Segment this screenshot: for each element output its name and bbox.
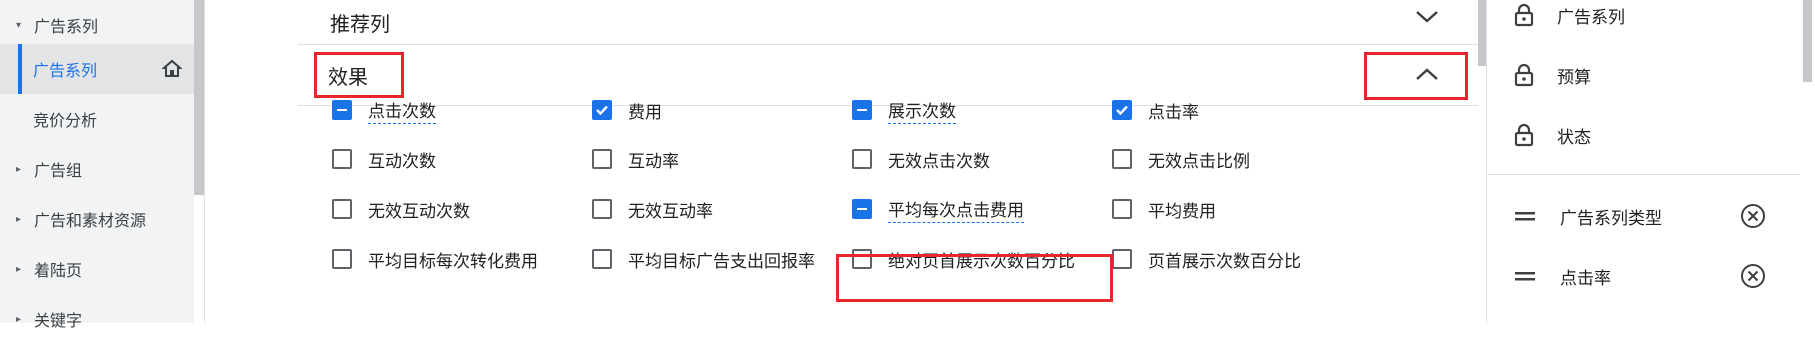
right-scrollbar[interactable] — [1803, 0, 1812, 82]
nav-auction-insights[interactable]: 竞价分析 — [0, 94, 194, 144]
recommended-section-header[interactable]: 推荐列 — [298, 0, 1478, 45]
removable-column-item[interactable]: 点击率 — [1487, 247, 1800, 305]
metric-checkbox-item[interactable]: 平均费用 — [1112, 189, 1216, 229]
metric-label: 平均目标广告支出回报率 — [628, 251, 815, 272]
lock-icon — [1514, 3, 1534, 27]
column-label: 广告系列类型 — [1560, 208, 1662, 229]
main-scrollbar[interactable] — [1478, 0, 1486, 66]
checkbox-indeterminate-icon[interactable] — [332, 100, 352, 120]
metric-checkbox-item[interactable]: 点击次数 — [332, 90, 436, 130]
locked-column-item: 预算 — [1487, 46, 1800, 104]
checkbox-checked-icon[interactable] — [592, 100, 612, 120]
checkbox-icon[interactable] — [1112, 249, 1132, 269]
metric-checkbox-item[interactable]: 平均每次点击费用 — [852, 189, 1024, 229]
nav-label: 竞价分析 — [33, 111, 98, 130]
metric-label: 页首展示次数百分比 — [1148, 251, 1301, 272]
nav-ads-assets[interactable]: ▸ 广告和素材资源 — [0, 194, 194, 244]
checkbox-icon[interactable] — [1112, 199, 1132, 219]
nav-landing-pages[interactable]: ▸ 着陆页 — [0, 244, 194, 294]
metric-label: 费用 — [628, 102, 662, 123]
checkbox-icon[interactable] — [1112, 149, 1132, 169]
checkbox-icon[interactable] — [332, 149, 352, 169]
nav-label: 广告系列 — [34, 17, 99, 36]
metric-label: 平均每次点击费用 — [888, 196, 1024, 223]
nav-ad-groups[interactable]: ▸ 广告组 — [0, 144, 194, 194]
metric-label: 无效互动率 — [628, 201, 713, 222]
nav-campaigns-group[interactable]: ▾ 广告系列 — [0, 0, 194, 50]
metric-checkbox-item[interactable]: 互动率 — [592, 139, 679, 179]
metric-checkbox-item[interactable]: 平均目标广告支出回报率 — [592, 239, 815, 279]
metric-label: 无效点击次数 — [888, 151, 990, 172]
locked-column-item: 广告系列 — [1487, 0, 1800, 44]
metric-checkbox-item[interactable]: 无效点击次数 — [852, 139, 990, 179]
metric-checkbox-item[interactable]: 无效点击比例 — [1112, 139, 1250, 179]
metric-checkbox-item[interactable]: 无效互动率 — [592, 189, 713, 229]
metric-label: 平均目标每次转化费用 — [368, 251, 538, 272]
checkbox-icon[interactable] — [592, 249, 612, 269]
metric-checkbox-item[interactable]: 互动次数 — [332, 139, 436, 179]
locked-column-item: 状态 — [1487, 106, 1800, 164]
selected-columns-panel: 广告系列 预算 状态 广告系列类型 点击率 — [1487, 0, 1800, 323]
metric-label: 绝对页首展示次数百分比 — [888, 251, 1075, 272]
section-title: 效果 — [328, 64, 368, 89]
nav-label: 广告系列 — [33, 61, 98, 80]
expand-arrow-icon: ▸ — [16, 263, 22, 275]
column-label: 点击率 — [1560, 268, 1611, 289]
divider — [204, 0, 205, 323]
expand-arrow-icon: ▸ — [16, 163, 22, 175]
nav-label: 着陆页 — [34, 261, 83, 280]
drag-handle-icon[interactable] — [1515, 270, 1535, 282]
checkbox-icon[interactable] — [592, 149, 612, 169]
checkbox-checked-icon[interactable] — [1112, 100, 1132, 120]
chevron-down-icon[interactable] — [1414, 6, 1440, 26]
checkbox-indeterminate-icon[interactable] — [852, 199, 872, 219]
expand-arrow-icon: ▾ — [16, 19, 22, 31]
expand-arrow-icon: ▸ — [16, 213, 22, 225]
lock-icon — [1514, 63, 1534, 87]
metric-checkbox-item[interactable]: 无效互动次数 — [332, 189, 470, 229]
metric-checkbox-item[interactable]: 绝对页首展示次数百分比 — [852, 239, 1075, 279]
metric-label: 互动次数 — [368, 151, 436, 172]
metric-checkbox-item[interactable]: 点击率 — [1112, 90, 1199, 130]
nav-label: 广告和素材资源 — [34, 211, 147, 230]
metric-label: 互动率 — [628, 151, 679, 172]
checkbox-icon[interactable] — [852, 149, 872, 169]
metric-checkbox-item[interactable]: 费用 — [592, 90, 662, 130]
column-label: 预算 — [1557, 67, 1591, 88]
removable-column-item[interactable]: 广告系列类型 — [1487, 187, 1800, 245]
checkbox-icon[interactable] — [332, 199, 352, 219]
drag-handle-icon[interactable] — [1515, 210, 1535, 222]
active-indicator — [18, 44, 22, 94]
metric-label: 无效互动次数 — [368, 201, 470, 222]
lock-icon — [1514, 123, 1534, 147]
divider — [1487, 174, 1800, 175]
metric-checkbox-item[interactable]: 页首展示次数百分比 — [1112, 239, 1301, 279]
metric-label: 点击率 — [1148, 102, 1199, 123]
section-title: 推荐列 — [330, 11, 390, 36]
metric-label: 无效点击比例 — [1148, 151, 1250, 172]
nav-campaigns[interactable]: 广告系列 — [0, 44, 194, 94]
left-nav: ▾ 广告系列 广告系列 竞价分析 ▸ 广告组 ▸ 广告和素材资源 ▸ 着陆页 ▸… — [0, 0, 194, 330]
column-label: 广告系列 — [1557, 7, 1625, 28]
metric-checkbox-item[interactable]: 展示次数 — [852, 90, 956, 130]
checkbox-icon[interactable] — [332, 249, 352, 269]
nav-label: 广告组 — [34, 161, 83, 180]
checkbox-indeterminate-icon[interactable] — [852, 100, 872, 120]
remove-icon[interactable] — [1740, 203, 1766, 229]
column-picker-panel: 推荐列 效果 点击次数 费用 展示次数 点击率互动次数 互动率 无效点击次数 无效点击比例无… — [298, 0, 1478, 323]
metric-label: 平均费用 — [1148, 201, 1216, 222]
nav-keywords[interactable]: ▸ 关键字 — [0, 294, 194, 344]
nav-scrollbar[interactable] — [194, 0, 204, 195]
metric-checkbox-item[interactable]: 平均目标每次转化费用 — [332, 239, 538, 279]
column-label: 状态 — [1557, 127, 1591, 148]
metric-label: 点击次数 — [368, 97, 436, 124]
remove-icon[interactable] — [1740, 263, 1766, 289]
checkbox-icon[interactable] — [852, 249, 872, 269]
chevron-up-icon[interactable] — [1414, 65, 1440, 85]
checkbox-icon[interactable] — [592, 199, 612, 219]
nav-label: 关键字 — [34, 311, 83, 330]
metric-label: 展示次数 — [888, 97, 956, 124]
home-icon[interactable] — [162, 59, 182, 79]
